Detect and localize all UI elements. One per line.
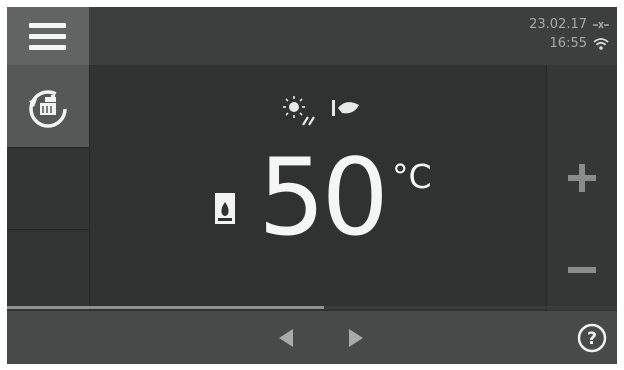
divider-left xyxy=(89,65,90,311)
hot-water-mode-button[interactable] xyxy=(7,65,89,147)
status-area: 23.02.17 16:55 xyxy=(529,15,609,53)
wifi-icon xyxy=(593,37,609,50)
status-time: 16:55 xyxy=(549,36,587,51)
bottom-bar: ? xyxy=(7,311,617,364)
empty-slot-1 xyxy=(7,147,89,230)
arrow-left-icon[interactable] xyxy=(275,327,297,349)
temperature-unit: °C xyxy=(392,157,432,196)
temperature-value: 50 xyxy=(258,136,389,259)
eco-leaf-icon xyxy=(332,100,359,116)
status-date: 23.02.17 xyxy=(529,17,587,32)
page-progress-bar xyxy=(7,306,617,309)
plus-icon xyxy=(568,164,596,192)
hot-water-tap-refresh-icon xyxy=(29,90,67,128)
mode-indicators xyxy=(282,95,372,129)
minus-icon xyxy=(568,267,596,273)
menu-button[interactable] xyxy=(7,7,89,65)
sun-icon xyxy=(283,96,315,126)
page-progress-fill xyxy=(7,306,325,309)
increase-button[interactable] xyxy=(547,147,617,217)
decrease-button[interactable] xyxy=(547,233,617,293)
help-button[interactable]: ? xyxy=(577,323,607,353)
help-icon: ? xyxy=(577,323,607,353)
arrow-right-icon[interactable] xyxy=(345,327,367,349)
disconnected-icon xyxy=(593,21,609,28)
top-bar xyxy=(7,7,617,65)
empty-slot-2 xyxy=(7,229,89,312)
thermostat-screen: 23.02.17 16:55 50 °C ? xyxy=(7,7,617,364)
help-label: ? xyxy=(587,329,597,349)
boiler-flame-icon xyxy=(215,193,235,224)
